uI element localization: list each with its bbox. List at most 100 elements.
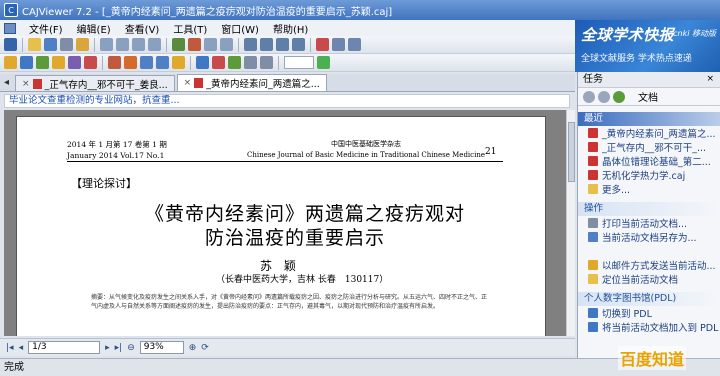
task-pane-close-icon[interactable]: × (706, 74, 714, 84)
search-icon[interactable] (332, 38, 345, 51)
recent-file-1[interactable]: _黄帝内经素问_两遗篇之... (578, 126, 720, 140)
open-folder-icon[interactable] (28, 38, 41, 51)
tab-close-icon[interactable]: × (22, 79, 30, 89)
task-pane-mode[interactable]: 文档 (638, 89, 658, 104)
scrollbar-thumb[interactable] (568, 122, 575, 182)
ad-link[interactable]: 毕业论文查重检测的专业网站，抗查重... (4, 94, 570, 108)
bookmark-icon[interactable] (196, 56, 209, 69)
delete-icon[interactable] (212, 56, 225, 69)
fit-width-icon[interactable] (148, 38, 161, 51)
color-selector[interactable] (284, 56, 314, 69)
link-icon[interactable] (228, 56, 241, 69)
back-icon[interactable] (583, 90, 595, 103)
tab-close-icon[interactable]: × (184, 78, 192, 88)
home-icon[interactable] (613, 90, 625, 103)
screen-icon[interactable] (244, 38, 257, 51)
zoom-in-icon[interactable]: ⊕ (189, 343, 197, 353)
menu-window[interactable]: 窗口(W) (214, 21, 266, 36)
zoom-input[interactable]: 93% (139, 341, 184, 354)
menu-view[interactable]: 查看(V) (118, 21, 167, 36)
highlight-icon[interactable] (84, 56, 97, 69)
text-tool-icon[interactable] (20, 56, 33, 69)
doc-icon[interactable] (4, 38, 17, 51)
action-label: 以邮件方式发送当前活动... (602, 261, 716, 272)
action-add-pdl[interactable]: 将当前活动文档加入到 PDL (578, 320, 720, 334)
action-label: 将当前活动文档加入到 PDL (602, 323, 719, 334)
action-locate[interactable]: 定位当前活动文档 (578, 272, 720, 286)
two-page-icon[interactable] (132, 38, 145, 51)
tab-document-2[interactable]: × _黄帝内经素问_两遗篇之... (176, 74, 327, 91)
next-page-icon[interactable]: ▸ (105, 343, 110, 353)
export-icon[interactable] (317, 56, 330, 69)
caj-file-icon (588, 142, 598, 152)
menu-edit[interactable]: 编辑(E) (70, 21, 118, 36)
recent-file-3[interactable]: 晶体位错理论基础_第二... (578, 154, 720, 168)
single-page-icon[interactable] (100, 38, 113, 51)
action-label: 定位当前活动文档 (602, 275, 679, 286)
tab-scroll-left-icon[interactable]: ◂ (4, 77, 9, 88)
document-icon[interactable] (4, 22, 16, 34)
pen-icon[interactable] (108, 56, 121, 69)
column-tag: 【理论探讨】 (71, 177, 137, 190)
toolbar-separator (166, 37, 167, 52)
action-label: 当前活动文档另存为... (602, 233, 697, 244)
action-email[interactable]: 以邮件方式发送当前活动... (578, 258, 720, 272)
hand-tool-icon[interactable] (4, 56, 17, 69)
recent-file-label: _黄帝内经素问_两遗篇之... (602, 129, 716, 140)
line-icon[interactable] (124, 56, 137, 69)
first-page-icon[interactable]: |◂ (6, 343, 14, 353)
rectangle-icon[interactable] (140, 56, 153, 69)
note-icon[interactable] (172, 56, 185, 69)
window-title: CAJViewer 7.2 - [_黄帝内经素问_两遗篇之疫疠观对防治温疫的重要… (22, 6, 393, 18)
last-page-icon[interactable]: ▸| (115, 343, 123, 353)
zoom-out-icon[interactable]: ⊖ (127, 343, 135, 353)
save-icon[interactable] (44, 38, 57, 51)
vertical-scrollbar[interactable] (566, 110, 575, 336)
table-icon[interactable] (260, 38, 273, 51)
recent-file-4[interactable]: 无机化学热力学.caj (578, 168, 720, 182)
rotate-view-icon[interactable]: ⟳ (201, 343, 209, 353)
find-icon[interactable] (316, 38, 329, 51)
rotate-icon[interactable] (172, 38, 185, 51)
ellipse-icon[interactable] (156, 56, 169, 69)
action-save-as[interactable]: 当前活动文档另存为... (578, 230, 720, 244)
forward-icon[interactable] (598, 90, 610, 103)
zoom-out-icon[interactable] (220, 38, 233, 51)
action-label: 打印当前活动文档... (602, 219, 688, 230)
banner-subtitle: 全球文献服务 学术热点速递 (581, 54, 692, 64)
cnki-banner[interactable]: 全球学术快报 cnki 移动版 全球文献服务 学术热点速递 (575, 20, 720, 72)
page-input[interactable]: 1/3 (28, 341, 101, 354)
document-page: 2014 年 1 月第 17 卷第 1 期 January 2014 Vol.1… (16, 116, 546, 336)
caj-file-icon (588, 156, 598, 166)
add-to-library-icon (588, 322, 598, 332)
image-tool-icon[interactable] (36, 56, 49, 69)
section-recent: 最近 (578, 112, 720, 126)
zoom-in-icon[interactable] (204, 38, 217, 51)
image-select-icon[interactable] (292, 38, 305, 51)
email-icon[interactable] (76, 38, 89, 51)
recent-file-2[interactable]: _正气存内__邪不可干_... (578, 140, 720, 154)
snapshot-icon[interactable] (52, 56, 65, 69)
anchor-icon[interactable] (244, 56, 257, 69)
continuous-page-icon[interactable] (116, 38, 129, 51)
menu-help[interactable]: 帮助(H) (266, 21, 315, 36)
menu-tools[interactable]: 工具(T) (166, 21, 214, 36)
ocr-icon[interactable] (68, 56, 81, 69)
journal-issue-en: January 2014 Vol.17 No.1 (67, 151, 165, 160)
journal-name-cn: 中国中医基础医学杂志 (330, 140, 401, 148)
prev-page-icon[interactable]: ◂ (19, 343, 24, 353)
status-bar: 完成 (0, 358, 720, 376)
caj-file-icon (588, 170, 598, 180)
print-icon[interactable] (60, 38, 73, 51)
action-print[interactable]: 打印当前活动文档... (578, 216, 720, 230)
document-viewport[interactable]: 2014 年 1 月第 17 卷第 1 期 January 2014 Vol.1… (4, 110, 566, 336)
recent-more[interactable]: 更多... (578, 182, 720, 196)
text-select-icon[interactable] (276, 38, 289, 51)
menu-file[interactable]: 文件(F) (22, 21, 70, 36)
section-actions: 操作 (578, 202, 720, 216)
properties-icon[interactable] (260, 56, 273, 69)
tab-document-1[interactable]: × _正气存内__邪不可干_姜良... (15, 75, 175, 91)
help-icon[interactable] (348, 38, 361, 51)
action-switch-pdl[interactable]: 切换到 PDL (578, 306, 720, 320)
select-icon[interactable] (188, 38, 201, 51)
